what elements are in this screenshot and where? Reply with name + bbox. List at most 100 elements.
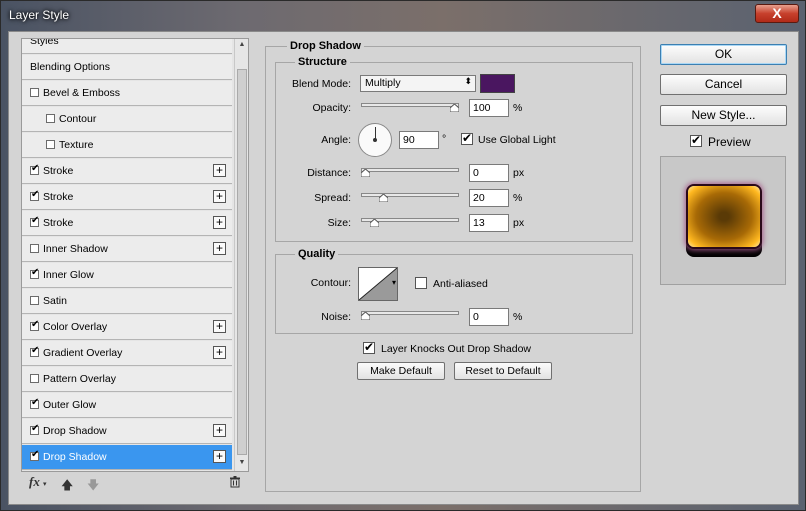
scroll-down-arrow-icon[interactable]: ▼ bbox=[237, 459, 247, 469]
distance-slider-thumb[interactable] bbox=[361, 169, 370, 177]
style-list-item[interactable]: Contour bbox=[22, 107, 232, 132]
opacity-slider-track[interactable] bbox=[361, 103, 459, 107]
angle-dial[interactable] bbox=[358, 123, 392, 157]
size-input[interactable]: 13 bbox=[469, 214, 509, 232]
make-default-button[interactable]: Make Default bbox=[357, 362, 445, 380]
noise-unit: % bbox=[513, 311, 523, 323]
ok-button[interactable]: OK bbox=[660, 44, 787, 65]
style-list-item[interactable]: Drop Shadow + bbox=[22, 445, 232, 470]
style-enable-checkbox[interactable] bbox=[30, 215, 39, 227]
style-list-item-label: Inner Glow bbox=[43, 269, 94, 281]
style-list-item[interactable]: Stroke + bbox=[22, 211, 232, 236]
style-enable-checkbox[interactable] bbox=[30, 267, 39, 279]
move-down-arrow-icon[interactable]: 🡇 bbox=[87, 476, 99, 497]
size-unit: px bbox=[513, 217, 525, 229]
add-effect-plus-icon[interactable]: + bbox=[213, 346, 226, 359]
style-enable-checkbox[interactable] bbox=[30, 449, 39, 461]
preview-thumbnail bbox=[688, 186, 760, 247]
style-list-item[interactable]: Gradient Overlay + bbox=[22, 341, 232, 366]
styles-list-toolbar: fx ▾ 🡅 🡇 bbox=[21, 474, 249, 496]
style-enable-checkbox[interactable] bbox=[30, 423, 39, 435]
style-preview bbox=[660, 156, 786, 285]
opacity-slider-thumb[interactable] bbox=[450, 104, 459, 112]
move-up-arrow-icon[interactable]: 🡅 bbox=[61, 476, 73, 497]
style-list-item-label: Pattern Overlay bbox=[43, 373, 116, 385]
style-list-item[interactable]: Stroke + bbox=[22, 159, 232, 184]
style-enable-checkbox[interactable] bbox=[46, 140, 55, 149]
add-effect-plus-icon[interactable]: + bbox=[213, 216, 226, 229]
title-bar[interactable]: Layer Style X bbox=[1, 1, 805, 29]
style-list-item-label: Stroke bbox=[43, 165, 74, 177]
style-list-item[interactable]: Stroke + bbox=[22, 185, 232, 210]
use-global-light-checkbox[interactable] bbox=[461, 131, 473, 145]
dialog-client-area: Styles Blending Options Bevel & Emboss Cont… bbox=[8, 31, 799, 505]
style-list-item-label: Drop Shadow bbox=[43, 425, 107, 437]
trash-icon[interactable] bbox=[229, 476, 241, 491]
style-enable-checkbox[interactable] bbox=[46, 114, 55, 123]
noise-input[interactable]: 0 bbox=[469, 308, 509, 326]
style-enable-checkbox[interactable] bbox=[30, 189, 39, 201]
distance-slider-track[interactable] bbox=[361, 168, 459, 172]
dialog-title: Layer Style bbox=[9, 8, 70, 22]
style-list-item-label: Texture bbox=[59, 139, 94, 151]
blend-mode-select[interactable]: Multiply ⬍ bbox=[360, 75, 476, 92]
style-list-item[interactable]: Satin bbox=[22, 289, 232, 314]
style-list-item[interactable]: Inner Shadow + bbox=[22, 237, 232, 262]
style-list-item[interactable]: Outer Glow bbox=[22, 393, 232, 418]
style-enable-checkbox[interactable] bbox=[30, 296, 39, 305]
style-list-item[interactable]: Drop Shadow + bbox=[22, 419, 232, 444]
scroll-up-arrow-icon[interactable]: ▲ bbox=[237, 41, 247, 51]
opacity-input[interactable]: 100 bbox=[469, 99, 509, 117]
new-style-button[interactable]: New Style... bbox=[660, 105, 787, 126]
fx-menu-button[interactable]: fx bbox=[29, 474, 40, 490]
noise-slider-track[interactable] bbox=[361, 311, 459, 315]
style-list-item-label: Styles bbox=[30, 38, 59, 47]
style-enable-checkbox[interactable] bbox=[30, 88, 39, 97]
fx-dropdown-icon[interactable]: ▾ bbox=[43, 480, 47, 488]
anti-aliased-label: Anti-aliased bbox=[433, 278, 488, 290]
style-list-item[interactable]: Inner Glow bbox=[22, 263, 232, 288]
anti-aliased-checkbox[interactable] bbox=[415, 277, 427, 289]
style-enable-checkbox[interactable] bbox=[30, 397, 39, 409]
style-list-item[interactable]: Styles bbox=[22, 38, 232, 54]
style-list-item[interactable]: Blending Options bbox=[22, 55, 232, 80]
layer-style-dialog: Layer Style X Styles Blending Options Beve… bbox=[0, 0, 806, 511]
scroll-thumb[interactable] bbox=[237, 69, 247, 455]
preview-checkbox[interactable] bbox=[690, 133, 702, 147]
add-effect-plus-icon[interactable]: + bbox=[213, 190, 226, 203]
close-button[interactable]: X bbox=[755, 4, 799, 23]
angle-label: Angle: bbox=[321, 134, 351, 146]
style-list-item[interactable]: Color Overlay + bbox=[22, 315, 232, 340]
style-list-item[interactable]: Bevel & Emboss bbox=[22, 81, 232, 106]
add-effect-plus-icon[interactable]: + bbox=[213, 242, 226, 255]
style-enable-checkbox[interactable] bbox=[30, 244, 39, 253]
reset-to-default-button[interactable]: Reset to Default bbox=[454, 362, 552, 380]
style-list-item[interactable]: Pattern Overlay bbox=[22, 367, 232, 392]
cancel-button[interactable]: Cancel bbox=[660, 74, 787, 95]
styles-list-scrollbar[interactable]: ▲ ▼ bbox=[234, 39, 248, 471]
add-effect-plus-icon[interactable]: + bbox=[213, 450, 226, 463]
style-list-item-label: Stroke bbox=[43, 217, 74, 229]
style-enable-checkbox[interactable] bbox=[30, 163, 39, 175]
spread-slider-track[interactable] bbox=[361, 193, 459, 197]
add-effect-plus-icon[interactable]: + bbox=[213, 320, 226, 333]
style-enable-checkbox[interactable] bbox=[30, 345, 39, 357]
spread-slider-thumb[interactable] bbox=[378, 194, 388, 202]
angle-input[interactable]: 90 bbox=[399, 131, 439, 149]
shadow-color-swatch[interactable] bbox=[480, 74, 515, 93]
style-list-item[interactable]: Texture bbox=[22, 133, 232, 158]
spread-label: Spread: bbox=[314, 192, 351, 204]
spread-input[interactable]: 20 bbox=[469, 189, 509, 207]
style-enable-checkbox[interactable] bbox=[30, 374, 39, 383]
distance-input[interactable]: 0 bbox=[469, 164, 509, 182]
size-slider-thumb[interactable] bbox=[369, 219, 379, 227]
layer-knocks-out-label: Layer Knocks Out Drop Shadow bbox=[381, 343, 531, 355]
style-enable-checkbox[interactable] bbox=[30, 319, 39, 331]
contour-dropdown-icon[interactable]: ▾ bbox=[392, 278, 396, 287]
add-effect-plus-icon[interactable]: + bbox=[213, 424, 226, 437]
layer-knocks-out-checkbox[interactable] bbox=[363, 340, 375, 354]
noise-slider-thumb[interactable] bbox=[361, 312, 370, 320]
contour-label: Contour: bbox=[310, 277, 351, 289]
style-list-item-label: Drop Shadow bbox=[43, 451, 107, 463]
add-effect-plus-icon[interactable]: + bbox=[213, 164, 226, 177]
